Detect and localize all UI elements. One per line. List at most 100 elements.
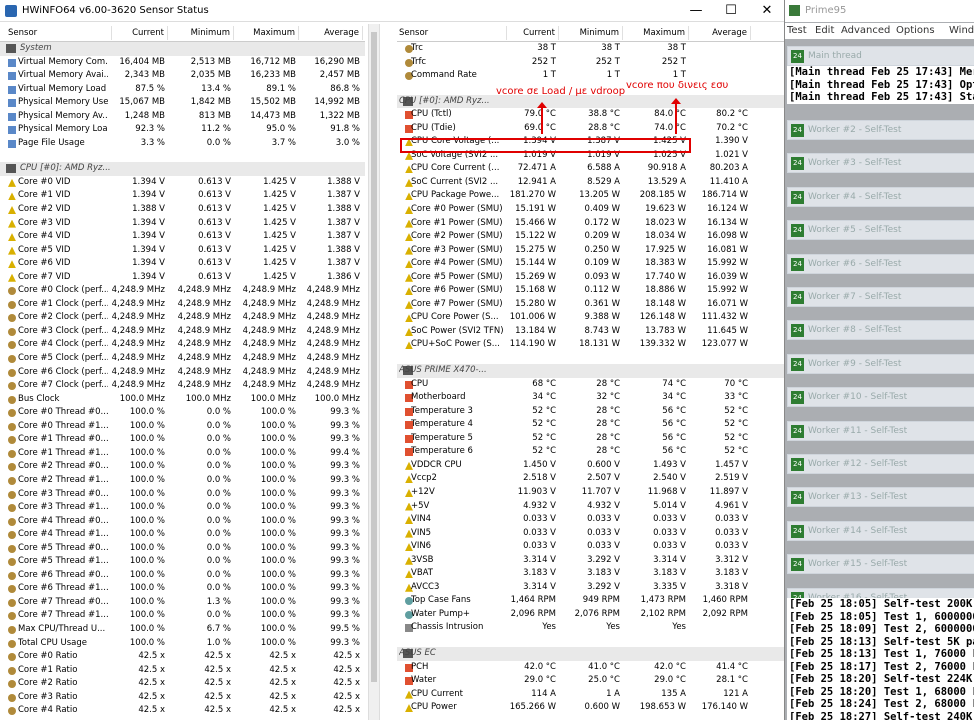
sensor-row[interactable]: Core #0 Power (SMU) 15.191 W 0.409 W 19.623… <box>397 203 784 217</box>
scrollbar-thumb[interactable] <box>371 32 377 682</box>
worker-window[interactable]: 24 Worker #12 - Self-Test <box>787 454 974 474</box>
sensor-row[interactable]: Temperature 3 52 °C 28 °C 56 °C 52 °C <box>397 405 784 419</box>
sensor-row[interactable]: Core #4 Thread #0... 100.0 % 0.0 % 100.0 % 9… <box>0 515 365 529</box>
menu-window[interactable]: Window <box>949 25 974 36</box>
sensor-row[interactable]: Motherboard 34 °C 32 °C 34 °C 33 °C <box>397 391 784 405</box>
sensor-row[interactable]: Core #6 Thread #0... 100.0 % 0.0 % 100.0 % 9… <box>0 569 365 583</box>
sensor-row[interactable]: CPU 68 °C 28 °C 74 °C 70 °C <box>397 378 784 392</box>
sensor-row[interactable]: VIN6 0.033 V 0.033 V 0.033 V 0.033 V <box>397 540 784 554</box>
sensor-row[interactable]: Core #1 Power (SMU) 15.466 W 0.172 W 18.023… <box>397 217 784 231</box>
sensor-row[interactable]: +5V 4.932 V 4.932 V 5.014 V 4.961 V <box>397 500 784 514</box>
sensor-row[interactable]: Core #1 Thread #0... 100.0 % 0.0 % 100.0 % 9… <box>0 433 365 447</box>
sensor-row[interactable]: VBAT 3.183 V 3.183 V 3.183 V 3.183 V <box>397 567 784 581</box>
sensor-row[interactable]: Core #7 Power (SMU) 15.280 W 0.361 W 18.148… <box>397 298 784 312</box>
sensor-row[interactable]: Core #1 VID 1.394 V 0.613 V 1.425 V 1.387 V <box>0 189 365 203</box>
sensor-row[interactable]: Vccp2 2.518 V 2.507 V 2.540 V 2.519 V <box>397 472 784 486</box>
worker-window[interactable]: 24 Worker #11 - Self-Test <box>787 420 974 441</box>
sensor-row[interactable]: Physical Memory Av... 1,248 MB 813 MB 14,47… <box>0 110 365 124</box>
sensor-row[interactable]: Core #6 VID 1.394 V 0.613 V 1.425 V 1.387 V <box>0 257 365 271</box>
sensor-row[interactable]: Core #1 Ratio 42.5 x 42.5 x 42.5 x 42.5 x <box>0 664 365 678</box>
col-current[interactable]: Current <box>507 26 559 40</box>
sensor-row[interactable]: Core #6 Power (SMU) 15.168 W 0.112 W 18.886… <box>397 284 784 298</box>
worker-title-bar[interactable]: 24 Worker #13 - Self-Test <box>787 487 974 508</box>
sensor-row[interactable]: Core #6 Thread #1... 100.0 % 0.0 % 100.0 % 9… <box>0 582 365 596</box>
col-average[interactable]: Average <box>300 26 363 40</box>
sensor-row[interactable]: Core #0 VID 1.394 V 0.613 V 1.425 V 1.388 V <box>0 176 365 190</box>
sensor-row[interactable]: Trc 38 T 38 T 38 T <box>397 42 784 56</box>
sensor-row[interactable]: Temperature 6 52 °C 28 °C 56 °C 52 °C <box>397 445 784 459</box>
sensor-row[interactable]: Core #4 Thread #1... 100.0 % 0.0 % 100.0 % 9… <box>0 528 365 542</box>
worker-window[interactable]: 24 Worker #15 - Self-Test <box>787 554 974 575</box>
sensor-row[interactable]: SoC Power (SVI2 TFN) 13.184 W 8.743 W 13.78… <box>397 325 784 339</box>
sensor-row[interactable]: Top Case Fans 1,464 RPM 949 RPM 1,473 RPM 1,… <box>397 594 784 608</box>
sensor-row[interactable]: Core #2 Power (SMU) 15.122 W 0.209 W 18.034… <box>397 230 784 244</box>
sensor-group-header[interactable]: System <box>0 42 365 56</box>
sensor-row[interactable]: Core #3 Ratio 42.5 x 42.5 x 42.5 x 42.5 x <box>0 691 365 705</box>
sensor-row[interactable]: Core #5 Thread #1... 100.0 % 0.0 % 100.0 % 9… <box>0 555 365 569</box>
sensor-row[interactable]: Core #0 Clock (perf... 4,248.9 MHz 4,248.9… <box>0 284 365 298</box>
sensor-row[interactable]: Trfc 252 T 252 T 252 T <box>397 56 784 70</box>
worker-window[interactable]: 24 Worker #2 - Self-Test <box>787 120 974 140</box>
sensor-row[interactable]: Water Pump+ 2,096 RPM 2,076 RPM 2,102 RPM 2,… <box>397 608 784 622</box>
sensor-row[interactable]: Core #2 Thread #0... 100.0 % 0.0 % 100.0 % 9… <box>0 460 365 474</box>
sensor-pane-right[interactable]: Sensor Current Minimum Maximum Average T… <box>397 26 784 720</box>
sensor-row[interactable]: Core #4 Ratio 42.5 x 42.5 x 42.5 x 42.5 x <box>0 704 365 718</box>
close-button[interactable]: ✕ <box>747 0 784 22</box>
worker-window[interactable]: 24 Worker #6 - Self-Test <box>787 253 974 274</box>
sensor-row[interactable]: Core #1 Thread #1... 100.0 % 0.0 % 100.0 % 9… <box>0 447 365 461</box>
sensor-row[interactable]: Core #7 Thread #0... 100.0 % 1.3 % 100.0 % 9… <box>0 596 365 610</box>
worker-window[interactable]: 24 Main thread [Main thread Feb 25 17:43] … <box>787 46 974 104</box>
worker-window[interactable]: 24 Worker #13 - Self-Test <box>787 487 974 508</box>
sensor-row[interactable]: VIN5 0.033 V 0.033 V 0.033 V 0.033 V <box>397 527 784 541</box>
worker-title-bar[interactable]: 24 Worker #11 - Self-Test <box>787 420 974 441</box>
title-bar[interactable]: HWiNFO64 v6.00-3620 Sensor Status — ☐ ✕ <box>0 0 784 22</box>
sensor-row[interactable]: 3VSB 3.314 V 3.292 V 3.314 V 3.312 V <box>397 554 784 568</box>
sensor-group-header[interactable]: ASUS EC <box>397 646 784 661</box>
sensor-row[interactable]: Temperature 4 52 °C 28 °C 56 °C 52 °C <box>397 418 784 432</box>
sensor-group-header[interactable]: CPU [#0]: AMD Ryz... <box>0 162 365 176</box>
worker-window[interactable]: 24 Worker #7 - Self-Test <box>787 287 974 307</box>
sensor-row[interactable]: Core #2 VID 1.388 V 0.613 V 1.425 V 1.388 V <box>0 203 365 217</box>
prime95-title-bar[interactable]: Prime95 <box>785 0 974 22</box>
sensor-row[interactable]: Core #3 Clock (perf... 4,248.9 MHz 4,248.9… <box>0 325 365 339</box>
col-maximum[interactable]: Maximum <box>237 26 299 40</box>
sensor-row[interactable]: Physical Memory Used 15,067 MB 1,842 MB 15,… <box>0 96 365 110</box>
sensor-row[interactable]: Core #0 Thread #0... 100.0 % 0.0 % 100.0 % 9… <box>0 406 365 420</box>
sensor-row[interactable]: +12V 11.903 V 11.707 V 11.968 V 11.897 V <box>397 486 784 500</box>
sensor-row[interactable]: Core #7 Clock (perf... 4,248.9 MHz 4,248.9… <box>0 379 365 393</box>
sensor-row[interactable]: CPU Current 114 A 1 A 135 A 121 A <box>397 688 784 702</box>
sensor-row[interactable]: Core #4 Power (SMU) 15.144 W 0.109 W 18.383… <box>397 257 784 271</box>
sensor-row[interactable]: Core #2 Clock (perf... 4,248.9 MHz 4,248.9… <box>0 311 365 325</box>
worker-title-bar[interactable]: 24 Worker #9 - Self-Test <box>787 353 974 374</box>
worker-title-bar[interactable]: 24 Worker #8 - Self-Test <box>787 320 974 341</box>
sensor-row[interactable]: CPU Power 165.266 W 0.600 W 198.653 W 176.14… <box>397 701 784 715</box>
worker-title-bar[interactable]: 24 Worker #14 - Self-Test <box>787 520 974 541</box>
sensor-row[interactable]: Water 29.0 °C 25.0 °C 29.0 °C 28.1 °C <box>397 674 784 688</box>
sensor-row[interactable]: PCH 42.0 °C 41.0 °C 42.0 °C 41.4 °C <box>397 661 784 675</box>
sensor-row[interactable]: Core #2 Ratio 42.5 x 42.5 x 42.5 x 42.5 x <box>0 677 365 691</box>
menu-edit[interactable]: Edit <box>815 25 834 36</box>
sensor-pane-left[interactable]: Sensor Current Minimum Maximum Average S… <box>0 26 365 720</box>
worker-window[interactable]: 24 Worker #4 - Self-Test <box>787 186 974 207</box>
sensor-row[interactable]: Virtual Memory Avai... 2,343 MB 2,035 MB 16… <box>0 69 365 83</box>
sensor-row[interactable]: Core #1 Clock (perf... 4,248.9 MHz 4,248.9… <box>0 298 365 312</box>
sensor-row[interactable]: Core #6 Clock (perf... 4,248.9 MHz 4,248.9… <box>0 366 365 380</box>
col-minimum[interactable]: Minimum <box>561 26 623 40</box>
sensor-row[interactable]: Virtual Memory Load 87.5 % 13.4 % 89.1 % 86.… <box>0 83 365 97</box>
worker-title-bar[interactable]: 24 Main thread <box>787 46 974 66</box>
sensor-row[interactable]: Chassis Intrusion Yes Yes Yes <box>397 621 784 635</box>
worker-title-bar[interactable]: 24 Worker #5 - Self-Test <box>787 220 974 241</box>
sensor-row[interactable]: Core #5 Thread #0... 100.0 % 0.0 % 100.0 % 9… <box>0 542 365 556</box>
sensor-row[interactable]: Core #3 Thread #0... 100.0 % 0.0 % 100.0 % 9… <box>0 488 365 502</box>
sensor-row[interactable]: Core #5 Clock (perf... 4,248.9 MHz 4,248.9… <box>0 352 365 366</box>
sensor-row[interactable]: Core #4 VID 1.394 V 0.613 V 1.425 V 1.387 V <box>0 230 365 244</box>
sensor-row[interactable]: Physical Memory Load 92.3 % 11.2 % 95.0 % 91… <box>0 123 365 137</box>
worker-window[interactable]: 24 Worker #5 - Self-Test <box>787 220 974 241</box>
worker-title-bar[interactable]: 24 Worker #4 - Self-Test <box>787 186 974 207</box>
sensor-row[interactable]: Core #7 Thread #1... 100.0 % 0.0 % 100.0 % 9… <box>0 609 365 623</box>
col-maximum[interactable]: Maximum <box>625 26 689 40</box>
pane-splitter[interactable] <box>368 24 380 720</box>
sensor-row[interactable]: Bus Clock 100.0 MHz 100.0 MHz 100.0 MHz 100.… <box>0 393 365 407</box>
col-sensor[interactable]: Sensor <box>399 26 507 40</box>
minimize-button[interactable]: — <box>676 0 716 22</box>
